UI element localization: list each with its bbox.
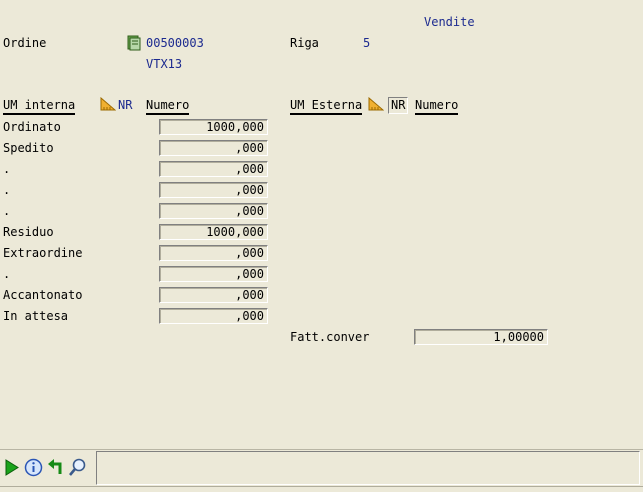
field-blank-4[interactable]: ,000 xyxy=(159,266,268,282)
return-arrow-icon[interactable] xyxy=(45,457,66,478)
row-label-blank-1: . xyxy=(3,162,11,176)
row-label-blank-3: . xyxy=(3,204,11,218)
order-document-icon[interactable] xyxy=(127,35,141,51)
ruler-triangle-icon[interactable] xyxy=(100,97,116,111)
row-value: 5 xyxy=(363,36,371,50)
bottom-divider xyxy=(0,486,643,487)
row-label-ordinato: Ordinato xyxy=(3,120,61,134)
field-extraordine[interactable]: ,000 xyxy=(159,245,268,261)
field-ordinato[interactable]: 1000,000 xyxy=(159,119,268,135)
row-label-residuo: Residuo xyxy=(3,225,54,239)
order-number[interactable]: 00500003 xyxy=(146,36,204,50)
row-label-extraordine: Extraordine xyxy=(3,246,83,260)
play-icon[interactable] xyxy=(1,457,22,478)
field-blank-1[interactable]: ,000 xyxy=(159,161,268,177)
row-label-accantonato: Accantonato xyxy=(3,288,83,302)
order-label: Ordine xyxy=(3,36,47,50)
ruler-triangle-icon[interactable] xyxy=(368,97,384,111)
field-blank-3[interactable]: ,000 xyxy=(159,203,268,219)
um-external-header: UM Esterna xyxy=(290,98,363,115)
conversion-field[interactable]: 1,00000 xyxy=(414,329,548,345)
field-blank-2[interactable]: ,000 xyxy=(159,182,268,198)
um-internal-code: NR xyxy=(118,98,133,112)
row-label-blank-4: . xyxy=(3,267,11,281)
row-label: Riga xyxy=(290,36,319,50)
number-header: Numero xyxy=(146,98,190,115)
field-residuo[interactable]: 1000,000 xyxy=(159,224,268,240)
sales-label: Vendite xyxy=(424,15,475,29)
info-icon[interactable] xyxy=(23,457,44,478)
um-external-input[interactable]: NR xyxy=(388,97,409,114)
conversion-label: Fatt.conver xyxy=(290,330,370,344)
field-spedito[interactable]: ,000 xyxy=(159,140,268,156)
field-accantonato[interactable]: ,000 xyxy=(159,287,268,303)
zoom-icon[interactable] xyxy=(67,457,88,478)
row-label-blank-2: . xyxy=(3,183,11,197)
um-internal-header: UM interna xyxy=(3,98,76,115)
number-header-external: Numero xyxy=(415,98,459,115)
row-label-spedito: Spedito xyxy=(3,141,54,155)
order-code: VTX13 xyxy=(146,57,183,71)
row-label-in-attesa: In attesa xyxy=(3,309,69,323)
status-message-panel xyxy=(96,451,640,485)
field-in-attesa[interactable]: ,000 xyxy=(159,308,268,324)
